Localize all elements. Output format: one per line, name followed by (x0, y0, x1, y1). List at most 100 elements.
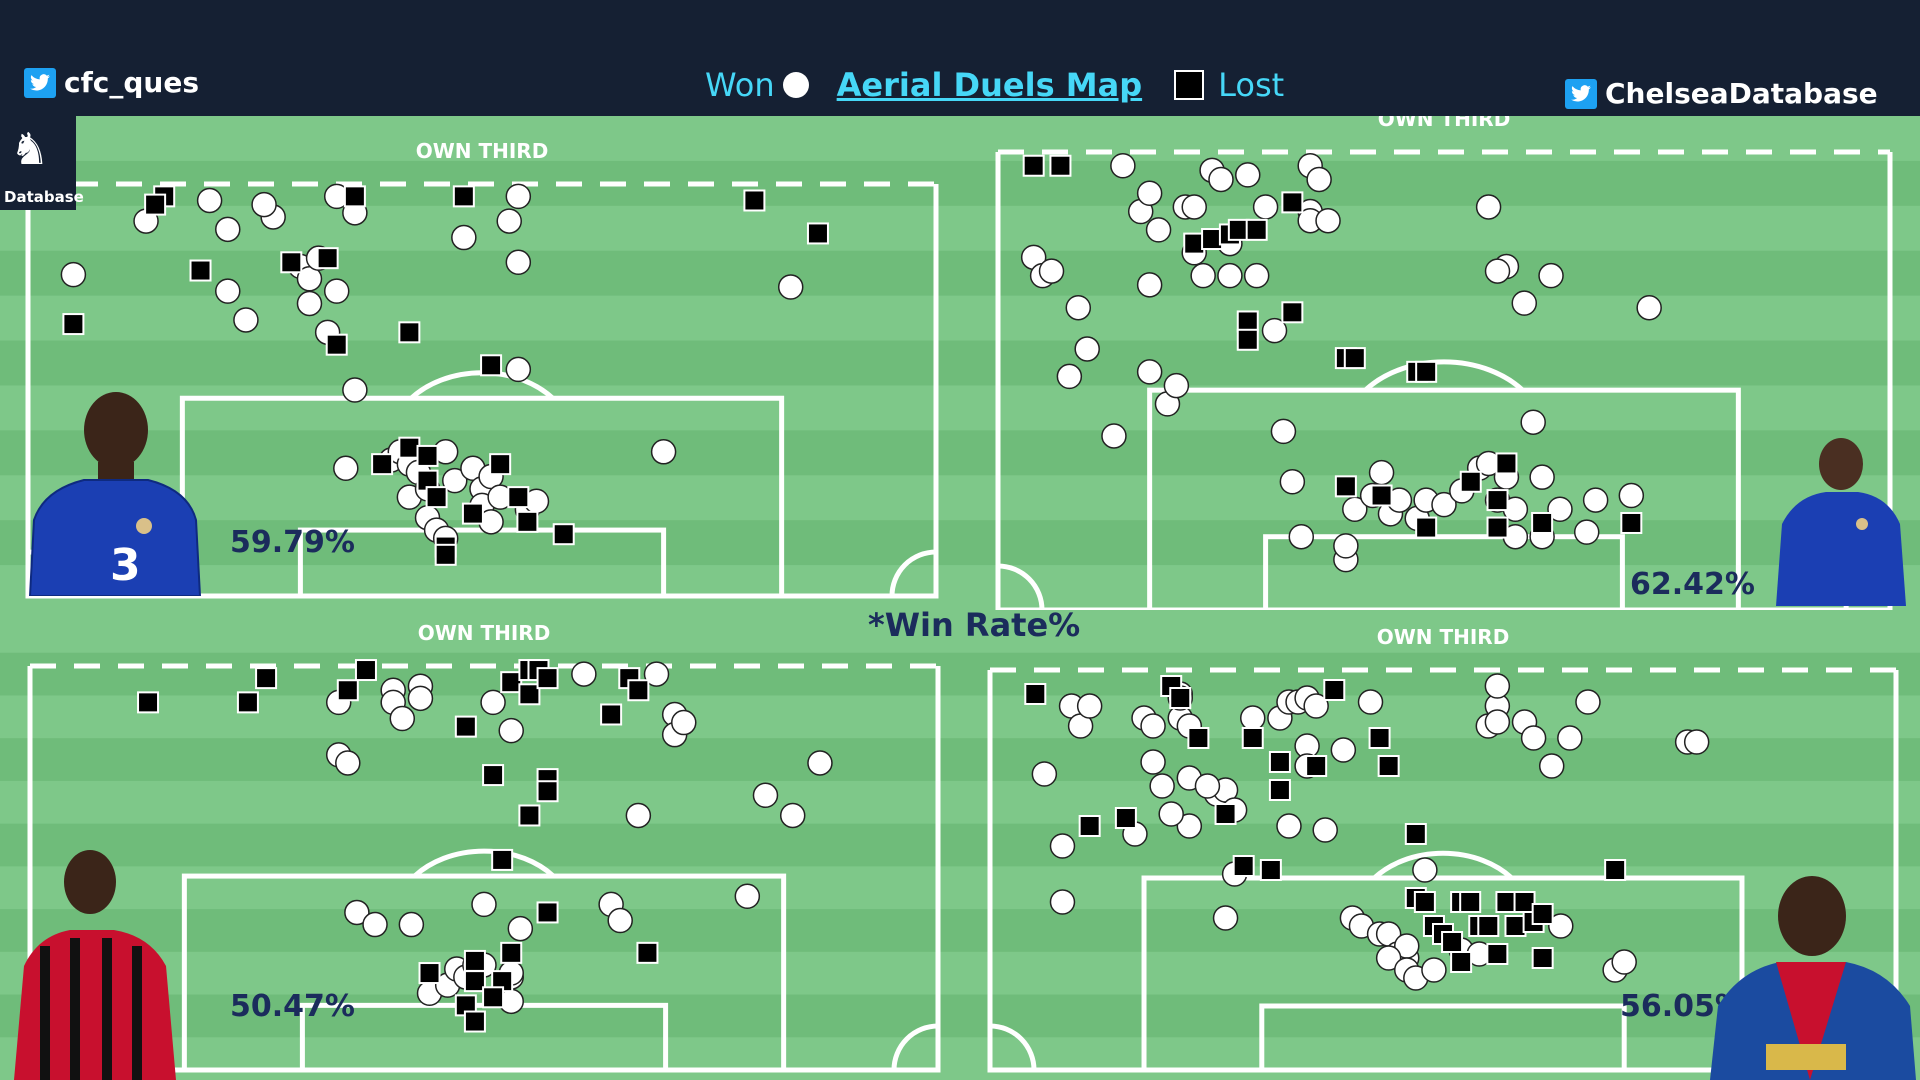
lost-duel-marker (416, 444, 439, 467)
lost-duel-marker (1604, 859, 1627, 881)
lost-duel-marker (461, 502, 484, 525)
lost-duel-marker (636, 941, 659, 964)
pitch-stripe (0, 652, 960, 697)
pitch-stripe (0, 295, 960, 342)
won-duel-marker (1475, 194, 1502, 220)
twitter-icon (1565, 78, 1597, 109)
lost-duel-marker (1477, 915, 1500, 937)
win-rate-value: 50.47% (230, 989, 355, 1024)
won-duel-marker (1145, 217, 1172, 243)
lost-duel-marker (280, 251, 303, 274)
pitch-stripe (960, 295, 1920, 342)
left-handle[interactable]: cfc_ques (24, 66, 199, 99)
pitch-stripe (960, 250, 1920, 297)
lost-duel-marker (1495, 891, 1518, 913)
won-duel-marker (1239, 705, 1266, 731)
lost-duel-marker (1377, 755, 1400, 777)
lost-duel-marker (398, 321, 421, 344)
lost-duel-marker (1232, 855, 1255, 877)
won-duel-marker (342, 377, 368, 403)
lost-duel-marker (1415, 360, 1438, 383)
won-duel-marker (1031, 761, 1058, 787)
won-duel-marker (1538, 753, 1565, 779)
lost-duel-marker (627, 679, 650, 702)
won-duel-marker (323, 278, 350, 304)
won-duel-marker (1611, 949, 1637, 975)
lost-duel-marker (463, 1010, 486, 1033)
won-duel-marker (1056, 363, 1083, 390)
club-logo: ♞ Database (0, 116, 84, 210)
lost-duel-marker (1620, 511, 1643, 534)
lost-duel-marker (1305, 755, 1328, 777)
player-photo-4 (1710, 876, 1916, 1080)
lost-duel-marker (1323, 679, 1346, 701)
lost-duel-marker (454, 715, 477, 738)
won-duel-marker (1306, 166, 1332, 193)
won-duel-marker (1074, 336, 1100, 362)
won-duel-marker (571, 661, 597, 687)
lost-duel-marker (144, 193, 167, 216)
lost-duel-marker (1486, 489, 1509, 512)
won-duel-marker (296, 290, 323, 317)
lost-duel-marker (343, 185, 366, 208)
lost-duel-marker (1114, 807, 1137, 829)
lost-duel-marker (1495, 452, 1518, 475)
pitch-stripe (960, 780, 1920, 825)
right-handle-text: ChelseaDatabase (1605, 77, 1878, 110)
won-duel-marker (1575, 689, 1601, 715)
won-duel-marker (1149, 773, 1175, 799)
won-duel-marker (1484, 673, 1511, 699)
lost-duel-marker (236, 691, 259, 714)
won-duel-marker (1194, 773, 1221, 799)
lost-duel-marker (1441, 931, 1464, 953)
lost-duel-marker (1450, 951, 1473, 973)
lost-duel-marker (1413, 891, 1436, 913)
won-duel-marker (1276, 813, 1302, 839)
lost-duel-marker (1415, 516, 1438, 539)
pitch-stripe (960, 823, 1920, 868)
lost-duel-marker (552, 523, 575, 546)
won-duel-marker (1484, 709, 1511, 735)
win-rate-value: 59.79% (230, 525, 355, 560)
right-handle[interactable]: ChelseaDatabase (1565, 77, 1878, 110)
won-duel-marker (779, 802, 806, 829)
lost-square-icon (1174, 70, 1205, 100)
won-duel-marker (1140, 749, 1166, 775)
won-duel-marker (1315, 207, 1341, 234)
won-duel-marker (505, 356, 532, 383)
won-duel-marker (1511, 290, 1538, 316)
lion-crest-icon: ♞ (10, 125, 50, 174)
won-duel-marker (1136, 359, 1163, 385)
lost-duel-marker (500, 941, 523, 964)
won-duel-marker (1252, 194, 1279, 220)
won-duel-marker (1065, 294, 1092, 321)
lost-duel-marker (62, 313, 85, 336)
won-duel-marker (1049, 833, 1076, 859)
lost-duel-marker (463, 949, 486, 972)
page-title[interactable]: Aerial Duels Map (837, 66, 1142, 104)
won-duel-marker (1212, 905, 1239, 931)
won-duel-marker (1038, 258, 1065, 284)
lost-duel-marker (482, 986, 505, 1009)
pitch-stripe (960, 160, 1920, 207)
lost-duel-marker (325, 333, 348, 356)
won-duel-marker (215, 216, 241, 243)
lost-duel-marker (371, 453, 394, 476)
logo-text: Database (4, 188, 84, 206)
player-photo-3 (14, 850, 176, 1080)
won-duel-marker (807, 750, 833, 776)
won-duel-marker (480, 689, 506, 716)
lost-duel-marker (480, 354, 503, 377)
won-duel-marker (60, 261, 87, 288)
lost-duel-marker (1281, 301, 1304, 324)
won-duel-marker (196, 187, 223, 214)
lost-duel-marker (189, 259, 212, 282)
lost-duel-marker (500, 671, 523, 694)
lost-duel-marker (518, 683, 541, 706)
lost-duel-marker (316, 247, 339, 270)
won-duel-marker (1330, 737, 1357, 763)
lost-duel-marker (418, 962, 441, 985)
lost-duel-marker (1531, 511, 1554, 534)
won-duel-marker (1140, 713, 1166, 739)
lost-duel-marker (434, 543, 457, 566)
